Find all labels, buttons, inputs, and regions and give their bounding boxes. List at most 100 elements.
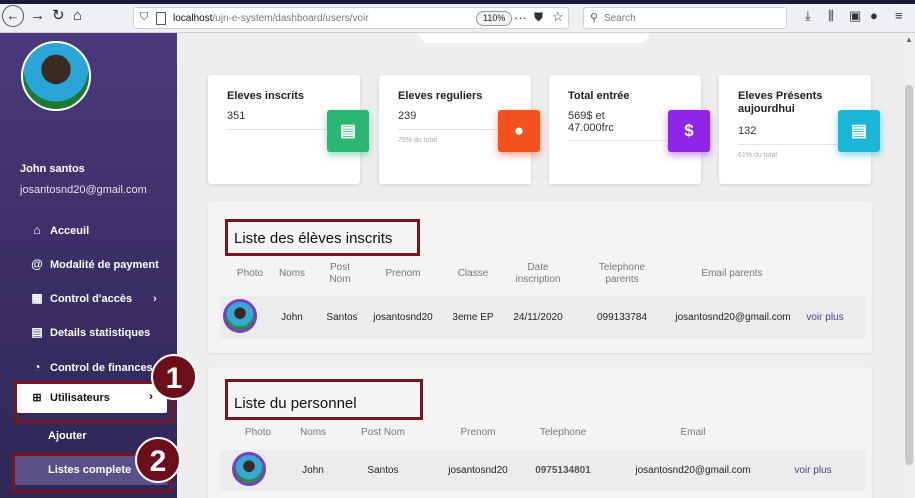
sidebar-toggle-icon[interactable]: ▣ [849, 8, 861, 24]
download-icon[interactable]: ⤓ [805, 8, 811, 24]
menu-icon[interactable]: ≡ [895, 8, 903, 24]
col-header-photo: Photo [236, 268, 264, 279]
reload-icon[interactable]: ↻ [52, 8, 65, 24]
url-text[interactable]: localhost/ujn-e-system/dashboard/users/v… [173, 13, 369, 24]
search-placeholder: Search [604, 13, 636, 24]
stat-title: Eleves Présents aujourdhui [738, 90, 823, 115]
col-header-prenom: Prenom [385, 268, 421, 279]
cell-postnom: Santos [367, 465, 399, 476]
search-icon: ⚲ [590, 12, 599, 24]
page-icon [156, 12, 166, 25]
library-icon[interactable]: ⫼ [828, 8, 834, 24]
sidebar-item-payment[interactable]: @ Modalité de payment [30, 257, 159, 271]
pocket-icon[interactable]: ⛊ [534, 10, 543, 25]
stat-value: 239 [398, 110, 417, 122]
search-bar[interactable]: ⚲ Search [583, 7, 787, 29]
bookmark-star-icon[interactable]: ☆ [552, 9, 564, 25]
col-header-photo: Photo [244, 427, 272, 438]
stat-card-inscrits: Eleves inscrits 351 ▤ [208, 75, 369, 184]
home-icon[interactable]: ⌂ [73, 8, 82, 24]
avatar [223, 299, 257, 333]
pie-icon: ◔ [33, 360, 41, 374]
page-actions-icon[interactable]: ··· [514, 10, 527, 25]
voir-plus-link[interactable]: voir plus [800, 312, 850, 323]
stat-title: Total entrée [568, 90, 630, 102]
stat-title: Eleves reguliers [398, 90, 483, 102]
document-icon: ▤ [838, 110, 880, 152]
table-icon: ▤ [31, 325, 43, 339]
col-header-date: Date inscription [515, 262, 561, 285]
annotation-badge-1: 1 [151, 354, 197, 400]
shield-icon[interactable]: ⛉ [140, 11, 148, 24]
cell-postnom: Santos [326, 312, 358, 323]
user-email: josantosnd20@gmail.com [20, 184, 147, 196]
cell-nom: John [281, 312, 303, 323]
col-header-noms: Noms [278, 268, 306, 279]
stat-card-presents: Eleves Présents aujourdhui 132 61% du to… [719, 75, 880, 184]
grid-icon: ▦ [31, 291, 43, 305]
col-header-postnom: Post Nom [361, 427, 405, 438]
cell-email: josantosnd20@gmail.com [635, 465, 751, 476]
sidebar: John santos josantosnd20@gmail.com ⌂ Acce… [0, 33, 177, 498]
divider [227, 129, 327, 130]
cell-prenom: josantosnd20 [373, 312, 433, 323]
stat-value: 351 [227, 110, 246, 122]
browser-toolbar: ← → ↻ ⌂ ⛉ localhost/ujn-e-system/dashboa… [0, 0, 915, 33]
stat-title: Eleves inscrits [227, 90, 305, 102]
zoom-level[interactable]: 110% [476, 11, 513, 26]
cell-telephone: 099133784 [596, 312, 648, 323]
annotation-box-staff-title [225, 379, 423, 420]
divider [568, 140, 668, 141]
stat-sub: 61% du total [738, 152, 777, 159]
stat-value: 132 [738, 125, 757, 137]
cell-classe: 3eme EP [452, 312, 494, 323]
cell-prenom: josantosnd20 [448, 465, 508, 476]
dollar-icon: $ [668, 110, 710, 152]
avatar[interactable] [21, 41, 91, 111]
sidebar-item-finances[interactable]: ◔ Control de finances [30, 360, 152, 374]
user-name: John santos [20, 163, 85, 175]
sidebar-item-statistiques[interactable]: ▤ Details statistiques [30, 325, 150, 339]
col-header-prenom: Prenom [460, 427, 496, 438]
cell-nom: John [302, 465, 324, 476]
col-header-telephone: Telephone [539, 427, 587, 438]
account-icon[interactable]: ● [870, 8, 878, 24]
divider [738, 144, 838, 145]
voir-plus-link[interactable]: voir plus [788, 465, 838, 476]
col-header-email: Email [680, 427, 706, 438]
top-search-ghost [419, 33, 649, 43]
submenu-ajouter[interactable]: Ajouter [48, 430, 87, 442]
col-header-noms: Noms [299, 427, 327, 438]
sidebar-item-control-acces[interactable]: ▦ Control d'accès › [30, 291, 157, 305]
forward-arrow-icon[interactable]: → [30, 8, 45, 24]
page-scrollbar[interactable]: ▲ [903, 33, 915, 498]
user-circle-icon: ● [498, 110, 540, 152]
list-icon: ▤ [327, 110, 369, 152]
scroll-up-icon[interactable]: ▲ [905, 35, 913, 44]
address-bar[interactable]: ⛉ localhost/ujn-e-system/dashboard/users… [133, 7, 569, 29]
col-header-telephone: Telephone parents [598, 262, 646, 285]
main-content: Eleves inscrits 351 ▤ Eleves reguliers 2… [177, 33, 903, 498]
sidebar-item-acceuil[interactable]: ⌂ Acceuil [30, 223, 89, 237]
cell-telephone: 0975134801 [535, 465, 591, 476]
stat-sub: 75% du total [398, 137, 437, 144]
annotation-badge-2: 2 [135, 437, 181, 483]
annotation-box-utilisateurs [14, 381, 174, 423]
annotation-box-students-title [225, 219, 420, 256]
tab-strip [0, 0, 915, 4]
col-header-email: Email parents [701, 268, 763, 279]
divider [398, 129, 498, 130]
col-header-classe: Classe [457, 268, 489, 279]
stat-value: 569$ et 47.000frc [568, 110, 614, 134]
at-sign-icon: @ [31, 257, 43, 271]
stat-card-reguliers: Eleves reguliers 239 75% du total ● [379, 75, 540, 184]
back-arrow-icon[interactable]: ← [2, 5, 24, 27]
col-header-postnom: Post Nom [329, 262, 351, 285]
chevron-right-icon: › [153, 293, 157, 305]
cell-email: josantosnd20@gmail.com [675, 312, 791, 323]
scroll-thumb[interactable] [905, 85, 913, 465]
home-icon: ⌂ [33, 223, 41, 237]
cell-date: 24/11/2020 [513, 312, 563, 323]
avatar [232, 452, 266, 486]
stat-card-total-entree: Total entrée 569$ et 47.000frc $ [549, 75, 710, 184]
